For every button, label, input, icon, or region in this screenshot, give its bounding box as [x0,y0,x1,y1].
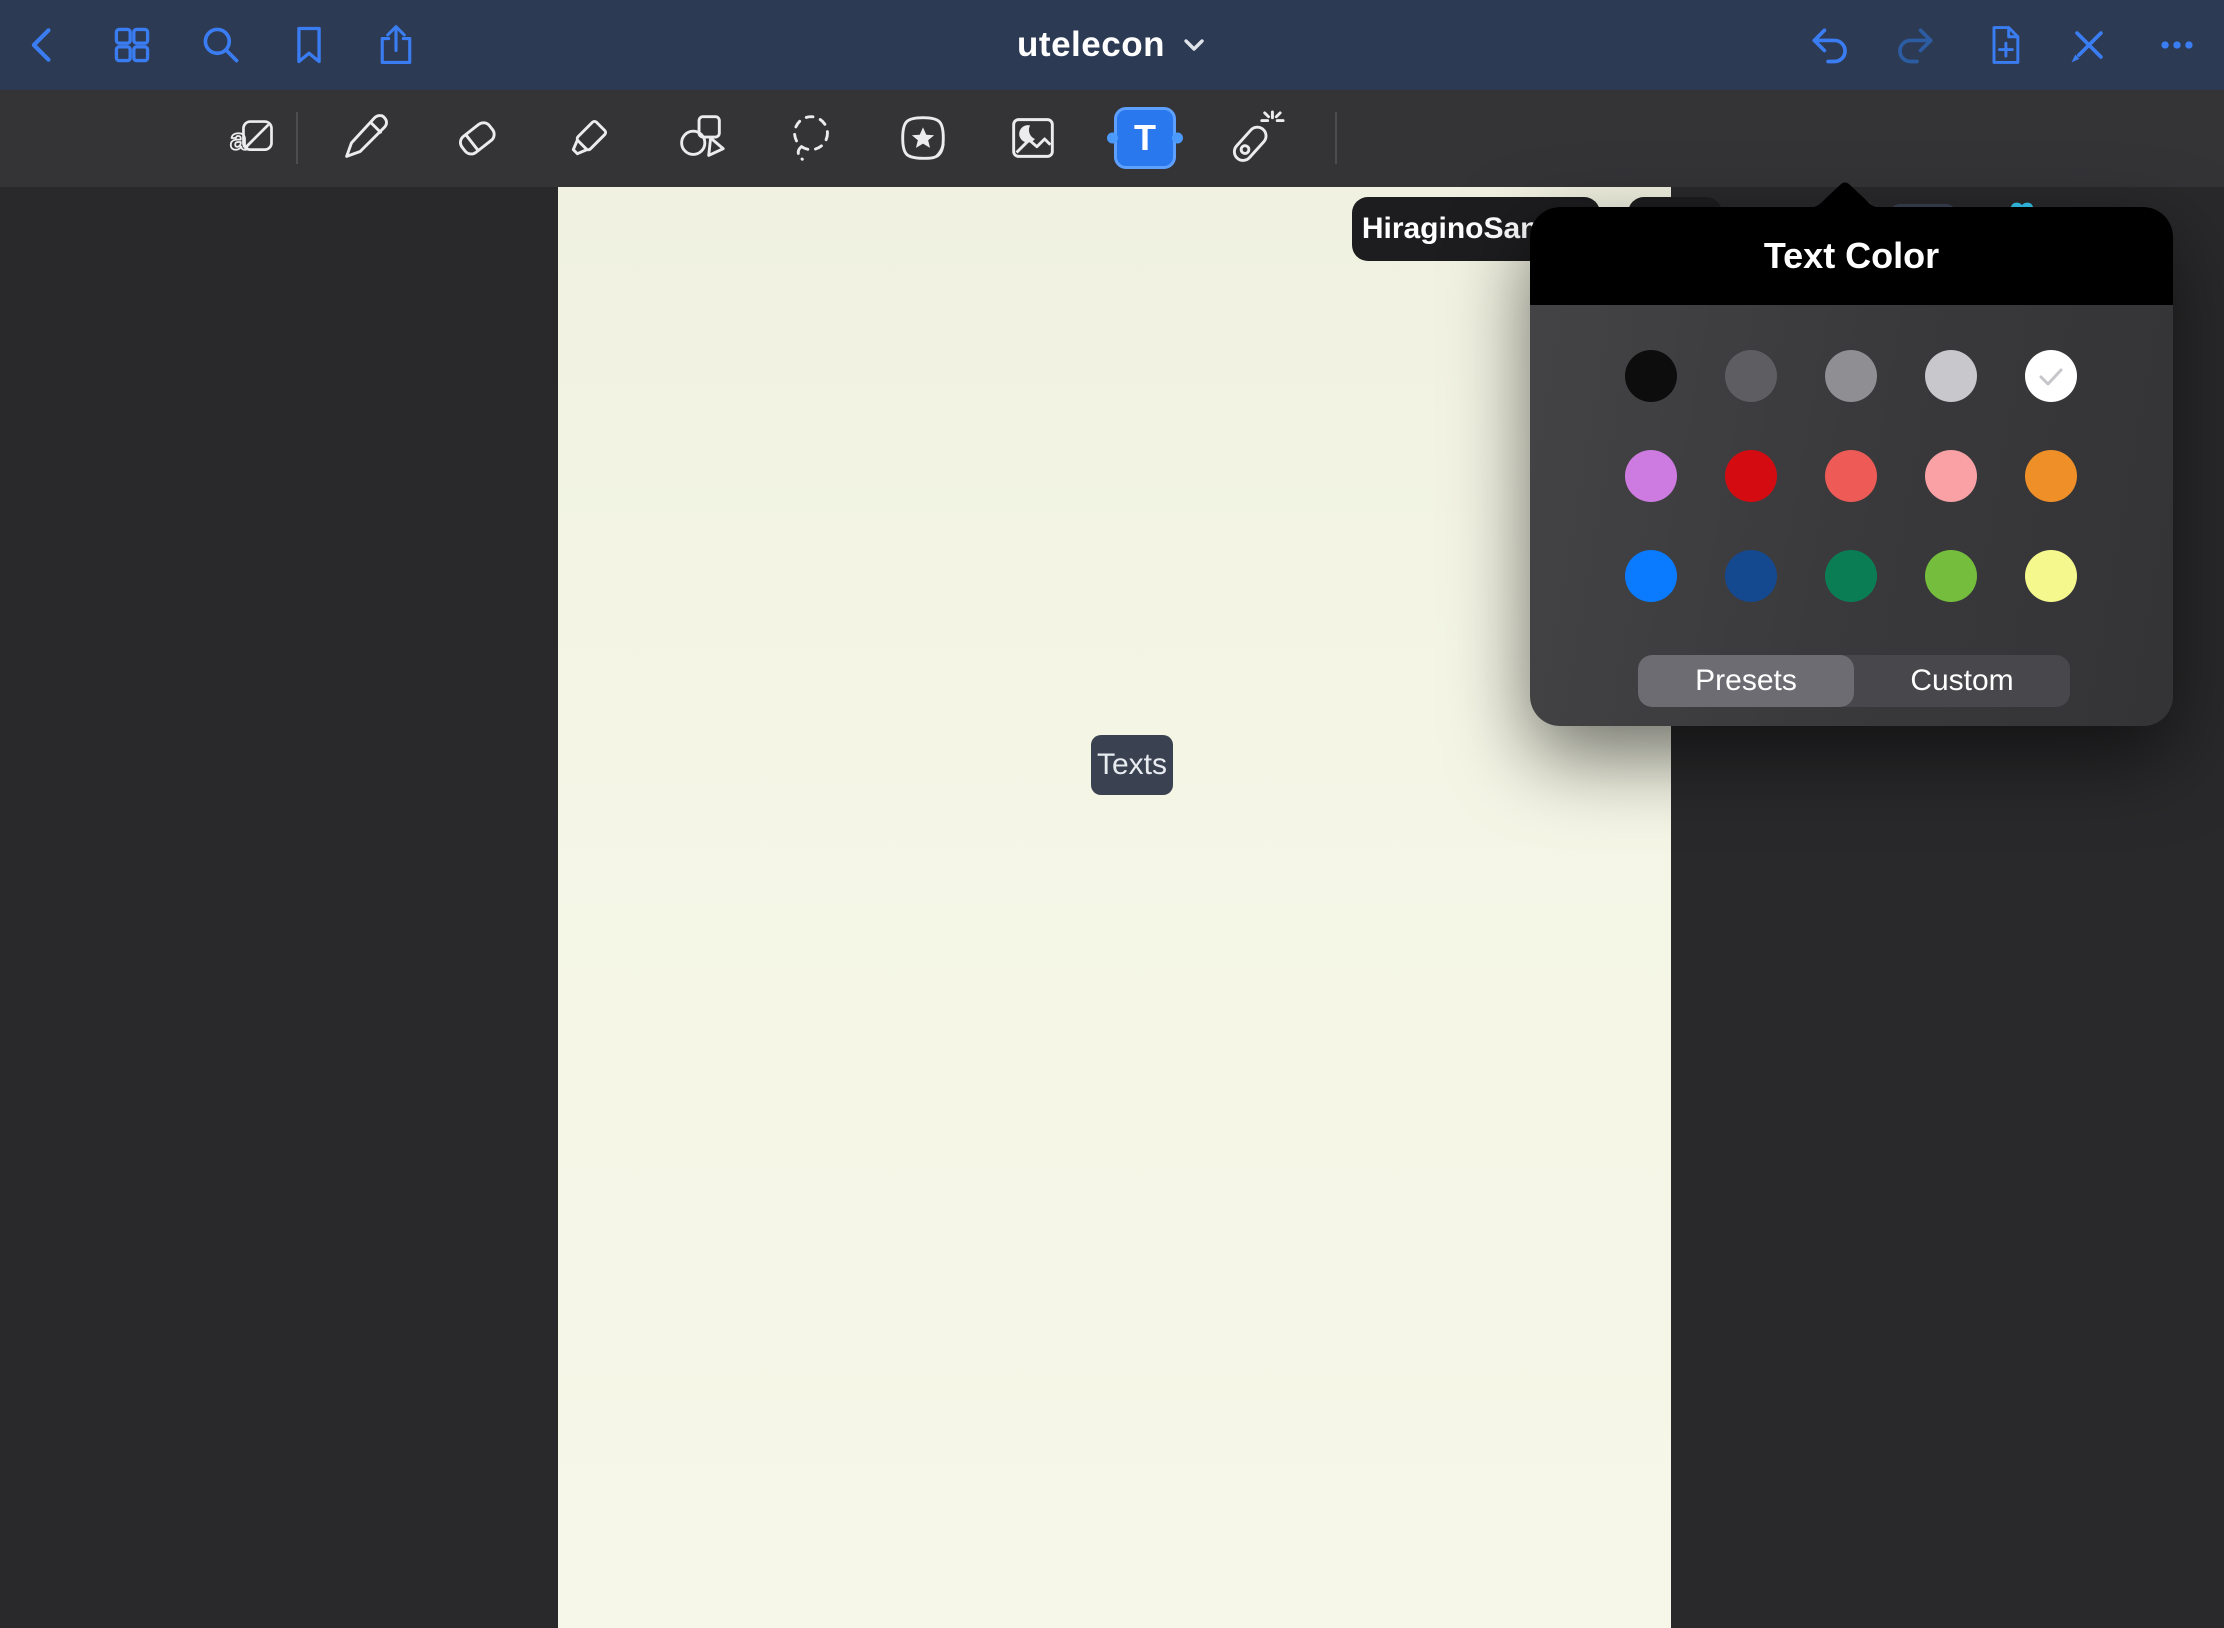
editing-mode-icon: a [228,109,286,167]
image-tool-button[interactable] [1004,109,1062,167]
document-title-button[interactable]: utelecon [1017,25,1207,65]
lasso-tool-button[interactable] [783,109,841,167]
color-swatch-#8e8e93[interactable] [1825,350,1877,402]
text-tool-selected-box[interactable]: T [1114,107,1176,169]
selection-handle-right [1172,133,1183,144]
color-swatch-grid [1625,350,2077,602]
notebook-page[interactable] [558,187,1671,1628]
color-swatch-#5e5e62[interactable] [1725,350,1777,402]
back-icon [21,23,65,67]
back-button[interactable] [21,23,65,67]
more-button[interactable] [2155,23,2199,67]
search-icon [199,23,243,67]
highlighter-tool-button[interactable] [560,109,618,167]
color-swatch-#0d0d0d[interactable] [1625,350,1677,402]
top-navigation-bar: utelecon [0,0,2224,90]
color-swatch-#0b7d55[interactable] [1825,550,1877,602]
text-tool-glyph: T [1134,117,1156,159]
more-icon [2155,23,2199,67]
color-swatch-#15498f[interactable] [1725,550,1777,602]
eraser-tool-button[interactable] [448,109,506,167]
pen-icon [336,109,394,167]
tool-bar: a T HiraginoSans-... 16 [0,90,2224,187]
lasso-icon [783,109,841,167]
presets-custom-segmented-control: Presets Custom [1638,655,2070,707]
thumbnails-icon [110,23,154,67]
search-button[interactable] [199,23,243,67]
thumbnails-button[interactable] [110,23,154,67]
tab-presets[interactable]: Presets [1638,655,1854,707]
elements-tool-button[interactable] [894,109,952,167]
selected-text-label: Texts [1097,748,1167,782]
svg-text:a: a [230,122,248,157]
share-button[interactable] [374,23,418,67]
undo-icon [1807,23,1851,67]
shapes-icon [671,109,729,167]
undo-button[interactable] [1807,23,1851,67]
stop-editing-icon [2067,23,2111,67]
color-swatch-#c7c7cc[interactable] [1925,350,1977,402]
popover-arrow [1807,182,1883,208]
add-page-icon [1983,23,2027,67]
redo-icon [1894,23,1938,67]
color-swatch-#d40c12[interactable] [1725,450,1777,502]
toolbar-divider [1335,112,1337,164]
laser-pointer-icon [1227,109,1285,167]
laser-pointer-tool-button[interactable] [1227,109,1285,167]
color-swatch-#74bd3d[interactable] [1925,550,1977,602]
color-swatch-#0a7aff[interactable] [1625,550,1677,602]
chevron-down-icon [1181,34,1207,56]
document-title: utelecon [1017,25,1165,65]
popover-title: Text Color [1530,207,2173,305]
bookmark-icon [287,23,331,67]
image-icon [1004,109,1062,167]
color-swatch-#cd7be0[interactable] [1625,450,1677,502]
color-swatch-#ee5b56[interactable] [1825,450,1877,502]
editing-mode-button[interactable]: a [228,109,286,167]
tab-custom[interactable]: Custom [1854,655,2070,707]
color-swatch-#ffffff[interactable] [2025,350,2077,402]
highlighter-icon [560,109,618,167]
shapes-tool-button[interactable] [671,109,729,167]
text-color-popover: Text Color Presets Custom [1530,207,2173,726]
share-icon [374,23,418,67]
toolbar-divider [296,112,298,164]
bookmark-button[interactable] [287,23,331,67]
text-tool-button[interactable]: T [1114,107,1176,169]
redo-button[interactable] [1894,23,1938,67]
color-swatch-#f5f98d[interactable] [2025,550,2077,602]
stop-editing-button[interactable] [2067,23,2111,67]
pen-tool-button[interactable] [336,109,394,167]
eraser-icon [448,109,506,167]
selection-handle-left [1107,133,1118,144]
elements-icon [894,109,952,167]
color-swatch-#ee8f28[interactable] [2025,450,2077,502]
selected-text-box[interactable]: Texts [1091,735,1173,795]
add-page-button[interactable] [1983,23,2027,67]
color-swatch-#f9a1a4[interactable] [1925,450,1977,502]
